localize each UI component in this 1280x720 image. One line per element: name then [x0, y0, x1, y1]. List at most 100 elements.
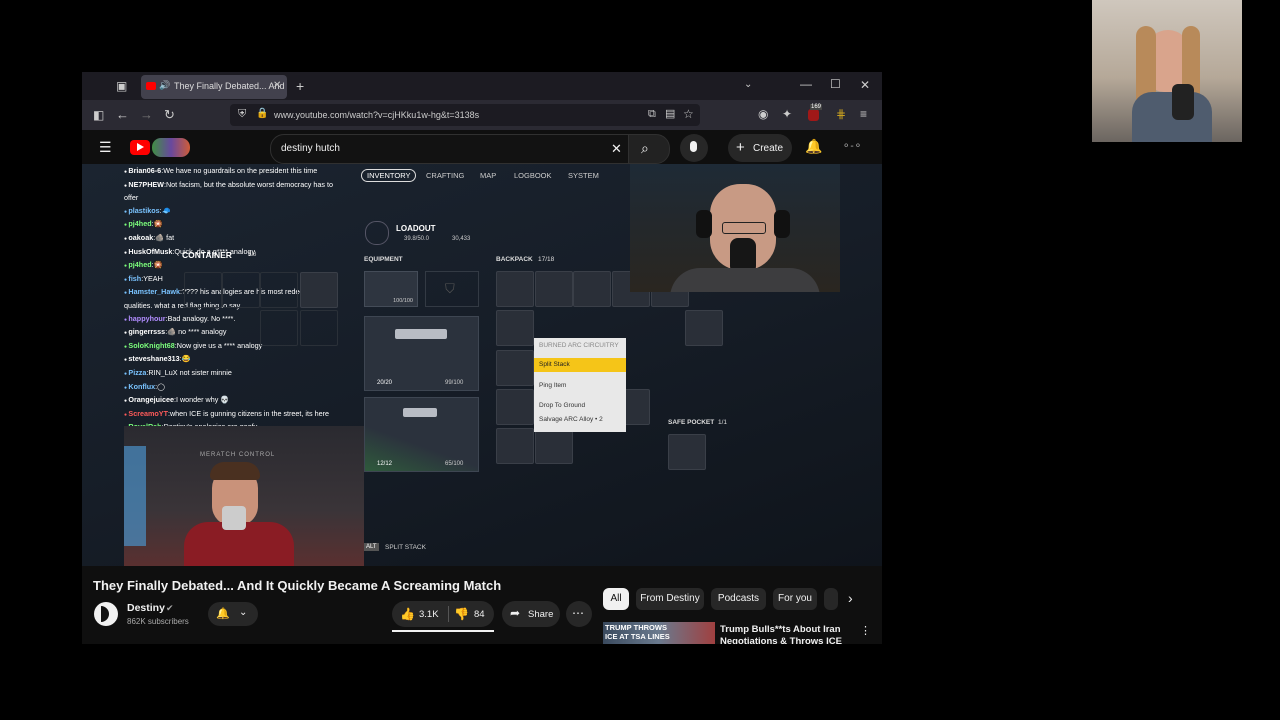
plus-icon: +	[736, 139, 745, 156]
sidebar-icon[interactable]: ◧	[93, 109, 104, 121]
reader-view-icon[interactable]: ▤	[665, 109, 675, 120]
context-salvage[interactable]: Salvage ARC Alloy • 2	[534, 416, 626, 423]
close-tab-icon[interactable]: ✕	[273, 81, 281, 91]
menu-icon[interactable]: ≡	[860, 108, 867, 120]
backpack-slot[interactable]	[685, 310, 723, 346]
context-drop-to-ground[interactable]: Drop To Ground	[534, 402, 626, 409]
extension-grid-icon[interactable]: ⋕	[836, 108, 846, 120]
forward-icon[interactable]: →	[140, 108, 153, 121]
game-tab-inventory: INVENTORY	[361, 169, 417, 182]
context-ping-item[interactable]: Ping Item	[534, 382, 626, 389]
dislike-count[interactable]: 84	[474, 609, 485, 620]
avatar[interactable]: ⚬-⚬	[842, 141, 862, 152]
safe-pocket-count: 1/1	[718, 419, 728, 426]
share-button[interactable]: ➦ Share	[502, 601, 560, 627]
picture-in-picture-icon[interactable]: ⧉	[648, 109, 656, 120]
video-player[interactable]: ● Brian06-6:We have no guardrails on the…	[82, 164, 882, 566]
clear-search-icon[interactable]: ✕	[611, 141, 622, 157]
backpack-slot[interactable]	[496, 271, 534, 307]
tab-overflow-icon[interactable]: ⌄	[744, 80, 752, 90]
notifications-bell-icon[interactable]: 🔔	[805, 138, 822, 155]
minimize-icon[interactable]: —	[800, 78, 812, 90]
close-window-icon[interactable]: ✕	[860, 79, 870, 91]
maximize-icon[interactable]: ☐	[830, 78, 841, 90]
chat-username: pj4hed	[128, 260, 152, 270]
shield-slot[interactable]: ⛉	[425, 271, 479, 307]
speaker-icon[interactable]: 🔊	[159, 81, 170, 90]
tab-list-icon[interactable]: ▣	[116, 80, 127, 92]
recommended-thumbnail[interactable]: TRUMP THROWS ICE AT TSA LINES	[603, 622, 715, 644]
extension-badge-button[interactable]: 169	[806, 104, 823, 122]
thumbs-down-icon[interactable]: 👎	[454, 607, 469, 621]
chat-text: Bad analogy. No ****.	[167, 313, 236, 323]
filter-chip-podcasts[interactable]: Podcasts	[711, 588, 766, 610]
url-text[interactable]: www.youtube.com/watch?v=cjHKku1w-hg&t=31…	[274, 110, 479, 120]
chat-message: ● Brian06-6:We have no guardrails on the…	[124, 165, 364, 179]
channel-name[interactable]: Destiny	[127, 602, 165, 614]
account-icon[interactable]: ◉	[758, 108, 768, 120]
lock-icon[interactable]: 🔒	[256, 109, 268, 119]
chat-text: RIN_LuX not sister minnie	[148, 367, 232, 377]
subscriber-count: 862K subscribers	[127, 617, 189, 626]
recommended-title[interactable]: Trump Bulls**ts About Iran Negotiations …	[720, 624, 852, 644]
chat-username: plastikos	[128, 205, 160, 215]
chat-message: ● oakoak:🪨 fat	[124, 232, 364, 246]
weapon-slot-1[interactable]: 20/20 99/100	[364, 316, 479, 391]
chat-text: YEAH	[143, 273, 163, 283]
backpack-slot[interactable]	[496, 389, 534, 425]
chat-username: ScreamoYT	[128, 408, 168, 418]
search-input[interactable]: destiny hutch	[281, 143, 340, 154]
backpack-slot[interactable]	[535, 271, 573, 307]
new-tab-icon[interactable]: +	[296, 79, 304, 93]
rifle-icon	[395, 329, 447, 339]
chat-text: 🎇	[153, 219, 163, 229]
backpack-slot[interactable]	[496, 350, 534, 386]
nav-bar: ◧ ← → ↻ ⛨ 🔒 www.youtube.com/watch?v=cjHK…	[82, 100, 882, 130]
filter-chip-all[interactable]: All	[603, 588, 629, 610]
youtube-favicon	[146, 82, 156, 90]
backpack-slot[interactable]	[496, 310, 534, 346]
backpack-slot[interactable]	[573, 271, 611, 307]
reload-icon[interactable]: ↻	[164, 108, 175, 121]
browser-tab[interactable]: 🔊 They Finally Debated... And ✕	[141, 75, 287, 99]
more-actions-button[interactable]: ⋯	[566, 601, 592, 627]
container-slot	[300, 310, 338, 346]
extensions-icon[interactable]: ✦	[782, 108, 792, 120]
weapon1-ammo: 20/20	[377, 380, 393, 386]
voice-search-button[interactable]	[680, 134, 708, 162]
bookmark-star-icon[interactable]: ☆	[683, 108, 694, 120]
backpack-slot[interactable]	[535, 428, 573, 464]
address-bar[interactable]: ⛨ 🔒 www.youtube.com/watch?v=cjHKku1w-hg&…	[230, 104, 700, 126]
more-icon: ⋯	[572, 606, 584, 620]
filter-chip-overflow[interactable]	[824, 588, 838, 610]
channel-avatar[interactable]	[94, 602, 118, 626]
backpack-slot[interactable]	[496, 428, 534, 464]
equipment-label: EQUIPMENT	[364, 256, 403, 263]
filter-chip-for-you[interactable]: For you	[773, 588, 817, 610]
chevron-right-icon[interactable]: ›	[848, 590, 853, 606]
hamburger-menu-icon[interactable]: ☰	[99, 139, 112, 156]
thumbs-up-icon[interactable]: 👍	[400, 607, 415, 621]
armor-slot[interactable]: 100/100	[364, 271, 418, 307]
loadout-currency: 30,433	[452, 236, 471, 242]
chat-username: steveshane313	[128, 354, 180, 364]
weapon-slot-2[interactable]: 12/12 65/100	[364, 397, 479, 472]
create-button[interactable]: + Create	[728, 134, 792, 162]
recommended-more-icon[interactable]: ⋮	[860, 624, 871, 637]
chat-message: ● plastikos:🧢	[124, 205, 364, 219]
container-slot	[260, 310, 298, 346]
subscribe-bell-button[interactable]: 🔔 ⌄	[208, 602, 258, 626]
youtube-logo[interactable]	[130, 138, 194, 158]
like-count[interactable]: 3.1K	[419, 609, 439, 620]
chat-text: Now give us a **** analogy	[176, 340, 263, 350]
search-box[interactable]: destiny hutch ✕	[270, 134, 630, 164]
like-ratio-bar	[392, 630, 494, 632]
shield-icon[interactable]: ⛨	[238, 109, 246, 120]
context-split-stack[interactable]: Split Stack	[534, 358, 626, 372]
extension-badge: 169	[810, 104, 823, 110]
search-button[interactable]: ⌕	[628, 134, 670, 164]
filter-chip-from-destiny[interactable]: From Destiny	[636, 588, 704, 610]
back-icon[interactable]: ←	[116, 108, 129, 121]
tab-title: They Finally Debated... And	[174, 81, 285, 91]
safe-pocket-slot[interactable]	[668, 434, 706, 470]
